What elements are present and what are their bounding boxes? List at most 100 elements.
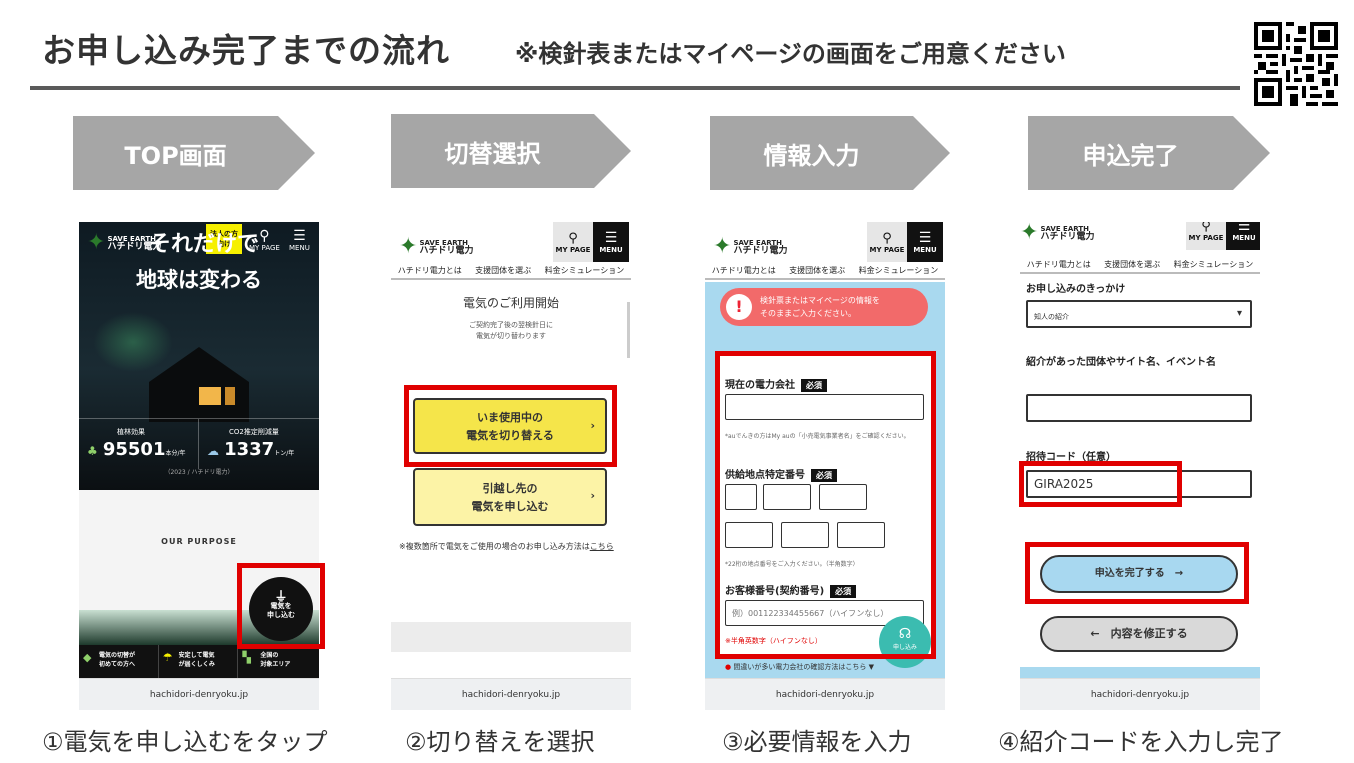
footnote-text: ※複数箇所で電気をご使用の場合のお申し込み方法は [399, 542, 590, 551]
hero-text-line1: それだけで [149, 232, 260, 257]
step-label-input: 情報入力 [763, 141, 860, 170]
nav-bar: ハチドリ電力とは 支援団体を選ぶ 料金シミュレーション [1020, 256, 1260, 274]
edit-content-button[interactable]: ← 内容を修正する [1040, 616, 1238, 652]
stat-note: （2023 / ハチドリ電力） [164, 469, 234, 476]
nav-simulation[interactable]: 料金シミュレーション [545, 265, 625, 276]
url-bar: hachidori-denryoku.jp [705, 678, 945, 710]
purpose-title: OUR PURPOSE [161, 537, 237, 546]
menu-button[interactable]: ☰ MENU [289, 228, 310, 252]
hamburger-icon: ☰ [293, 228, 306, 244]
referrer-input[interactable] [1026, 394, 1252, 422]
nav-about[interactable]: ハチドリ電力とは [712, 265, 776, 276]
hamburger-icon: ☰ [918, 230, 932, 246]
referrer-label: 紹介があった団体やサイト名、イベント名 [1026, 357, 1216, 368]
scrollbar[interactable] [627, 302, 630, 358]
header-divider [30, 86, 1240, 90]
hummingbird-icon: ✦ [87, 230, 106, 255]
beginner-icon: ◆ [83, 651, 92, 664]
mypage-button[interactable]: ⚲ MY PAGE [553, 222, 593, 262]
nav-support[interactable]: 支援団体を選ぶ [475, 265, 531, 276]
bottom-nav-area[interactable]: ▚ 全国の 対象エリア [238, 645, 319, 680]
house-silhouette-icon [149, 347, 249, 422]
menu-button[interactable]: ☰ MENU [907, 222, 943, 262]
menu-label: MENU [289, 244, 310, 252]
nav-about[interactable]: ハチドリ電力とは [1027, 259, 1091, 270]
footnote-link[interactable]: こちら [590, 542, 614, 551]
hamburger-icon: ☰ [1237, 222, 1251, 234]
site-logo[interactable]: ✦ SAVE EARTH ハチドリ電力 [399, 234, 473, 259]
alert-banner: ! 検針票またはマイページの情報を そのままご入力ください。 [720, 288, 928, 326]
logo-text-jp: ハチドリ電力 [733, 245, 788, 256]
step-label-top: TOP画面 [124, 141, 227, 170]
mypage-button[interactable]: ⚲ MY PAGE [1186, 222, 1226, 250]
mypage-label: MY PAGE [1188, 233, 1224, 242]
step-arrow-select: 切替選択 [391, 114, 631, 188]
option2-label: 引越し先の 電気を申し込む [471, 482, 549, 513]
stat-tree: ♣ 95501本分/年 [87, 439, 186, 460]
hero-text-line2: 地球は変わる [136, 268, 262, 292]
site-logo[interactable]: ✦ SAVE EARTH ハチドリ電力 [713, 234, 787, 259]
highlight-switch-option [404, 385, 617, 467]
nav-support[interactable]: 支援団体を選ぶ [1104, 259, 1160, 270]
step-arrow-top: TOP画面 [73, 116, 315, 190]
switch-note: ご契約完了後の翌検針日に 電気が切り替わります [469, 321, 553, 340]
caption-step1: ①電気を申し込むをタップ [42, 728, 328, 756]
url-bar: hachidori-denryoku.jp [391, 678, 631, 710]
menu-label: MENU [913, 246, 937, 254]
chevron-right-icon: › [590, 489, 595, 502]
cloud-icon: ☁ [207, 444, 219, 458]
tree-icon: ♣ [87, 444, 98, 458]
qr-code-icon [1254, 22, 1338, 106]
trigger-select[interactable]: 知人の紹介 ▾ [1026, 300, 1252, 328]
warning-icon: ! [726, 294, 752, 320]
user-icon: ⚲ [568, 230, 578, 246]
url-bar: hachidori-denryoku.jp [79, 678, 319, 710]
mypage-button[interactable]: ⚲ MY PAGE [867, 222, 907, 262]
nav-support[interactable]: 支援団体を選ぶ [789, 265, 845, 276]
menu-label: MENU [1232, 234, 1256, 242]
hamburger-icon: ☰ [604, 230, 618, 246]
move-new-address-button[interactable]: 引越し先の 電気を申し込む › [413, 468, 607, 526]
url-bar: hachidori-denryoku.jp [1020, 678, 1260, 710]
hummingbird-icon: ✦ [399, 234, 418, 259]
menu-button[interactable]: ☰ MENU [1226, 222, 1260, 250]
trigger-select-value: 知人の紹介 [1034, 313, 1069, 321]
multiple-location-note: ※複数箇所で電気をご使用の場合のお申し込み方法はこちら [399, 540, 623, 553]
stats-panel: 植林効果 ♣ 95501本分/年 CO2推定削減量 ☁ 1337トン/年 （20… [79, 418, 319, 482]
site-logo[interactable]: ✦ SAVE EARTH ハチドリ電力 [1020, 222, 1094, 245]
confirm-method-link[interactable]: ● 間違いが多い電力会社の確認方法はこちら ▼ [725, 662, 874, 672]
bottom-nav-beginner-label: 電気の切替が 初めての方へ [99, 652, 136, 668]
highlight-input-form [715, 351, 936, 659]
dropdown-arrow-icon: ▾ [1236, 308, 1242, 319]
stat-co2-value: 1337 [224, 439, 275, 460]
bottom-nav-beginner[interactable]: ◆ 電気の切替が 初めての方へ [79, 645, 159, 680]
trigger-label: お申し込みのきっかけ [1026, 284, 1126, 295]
step-arrow-complete: 申込完了 [1028, 116, 1270, 190]
menu-label: MENU [599, 246, 623, 254]
highlight-invite-code [1019, 461, 1182, 507]
hummingbird-icon: ✦ [1020, 222, 1039, 245]
nav-about[interactable]: ハチドリ電力とは [398, 265, 462, 276]
logo-text-jp: ハチドリ電力 [1040, 231, 1095, 242]
highlight-submit-button [1025, 542, 1249, 604]
highlight-apply-button [237, 563, 325, 649]
umbrella-icon: ☂ [162, 651, 173, 664]
stat-co2-label: CO2推定削減量 [229, 428, 279, 436]
footer-band [391, 622, 631, 652]
alert-text: 検針票またはマイページの情報を そのままご入力ください。 [760, 296, 880, 318]
mypage-label: MY PAGE [869, 245, 905, 254]
stat-tree-value: 95501 [102, 439, 166, 460]
nav-simulation[interactable]: 料金シミュレーション [859, 265, 939, 276]
confirm-method-label: 間違いが多い電力会社の確認方法はこちら ▼ [733, 663, 874, 671]
stat-tree-label: 植林効果 [117, 428, 145, 436]
bottom-nav-stable[interactable]: ☂ 安定して電気 が届くしくみ [159, 645, 239, 680]
section-heading: 電気のご利用開始 [462, 296, 559, 310]
stat-co2-unit: トン/年 [274, 450, 295, 457]
nav-simulation[interactable]: 料金シミュレーション [1174, 259, 1254, 270]
warning-dot-icon: ● [725, 663, 732, 671]
menu-button[interactable]: ☰ MENU [593, 222, 629, 262]
nav-bar: ハチドリ電力とは 支援団体を選ぶ 料金シミュレーション [705, 262, 945, 280]
hummingbird-icon: ✦ [713, 234, 732, 259]
page-title: お申し込み完了までの流れ [42, 31, 450, 70]
page-subtitle: ※検針表またはマイページの画面をご用意ください [515, 40, 1066, 68]
